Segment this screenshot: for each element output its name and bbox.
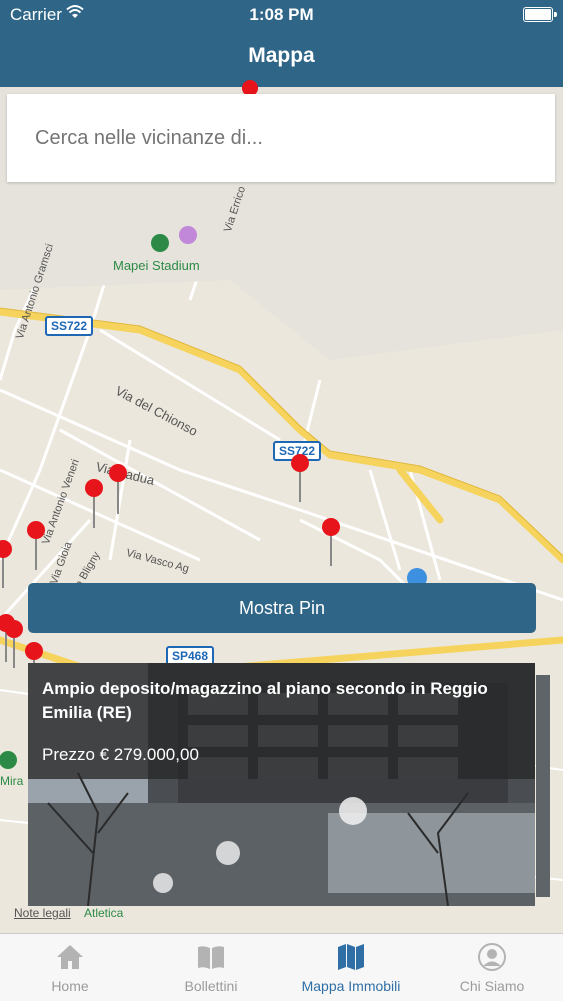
next-listing-card-peek[interactable] — [536, 675, 550, 897]
map-pin[interactable] — [0, 540, 12, 588]
tab-label-bollettini: Bollettini — [184, 978, 238, 994]
map-pin[interactable] — [322, 518, 340, 566]
map-icon — [338, 944, 364, 970]
tab-label-home: Home — [51, 978, 89, 994]
tab-home[interactable]: Home — [0, 934, 140, 1001]
map-pin[interactable] — [291, 454, 309, 502]
show-pin-button[interactable]: Mostra Pin — [28, 583, 536, 633]
poi-atletica[interactable]: Atletica — [84, 906, 123, 920]
listing-card[interactable]: Ampio deposito/magazzino al piano second… — [28, 663, 535, 906]
listing-title: Ampio deposito/magazzino al piano second… — [42, 679, 488, 722]
tab-bollettini[interactable]: Bollettini — [141, 934, 281, 1001]
poi-mira[interactable]: Mira — [0, 774, 23, 788]
home-icon — [57, 945, 83, 969]
tab-bar: Home Bollettini Mappa Immobili Chi Siamo — [0, 933, 563, 1001]
map-pin[interactable] — [27, 521, 45, 570]
legal-notes-link[interactable]: Note legali — [14, 906, 71, 920]
search-bar — [7, 94, 555, 182]
listing-info-overlay: Ampio deposito/magazzino al piano second… — [28, 663, 535, 779]
book-icon — [198, 946, 224, 969]
tab-label-mappa-immobili: Mappa Immobili — [301, 978, 401, 994]
search-input[interactable] — [7, 94, 555, 182]
map-pin[interactable] — [109, 464, 127, 514]
map-pin[interactable] — [5, 620, 23, 668]
tab-label-chi-siamo: Chi Siamo — [459, 978, 525, 994]
tab-mappa-immobili[interactable]: Mappa Immobili — [281, 934, 421, 1001]
tab-chi-siamo[interactable]: Chi Siamo — [422, 934, 562, 1001]
listing-price: Prezzo € 279.000,00 — [42, 745, 199, 764]
person-icon — [478, 943, 506, 971]
map-pin[interactable] — [85, 479, 103, 528]
